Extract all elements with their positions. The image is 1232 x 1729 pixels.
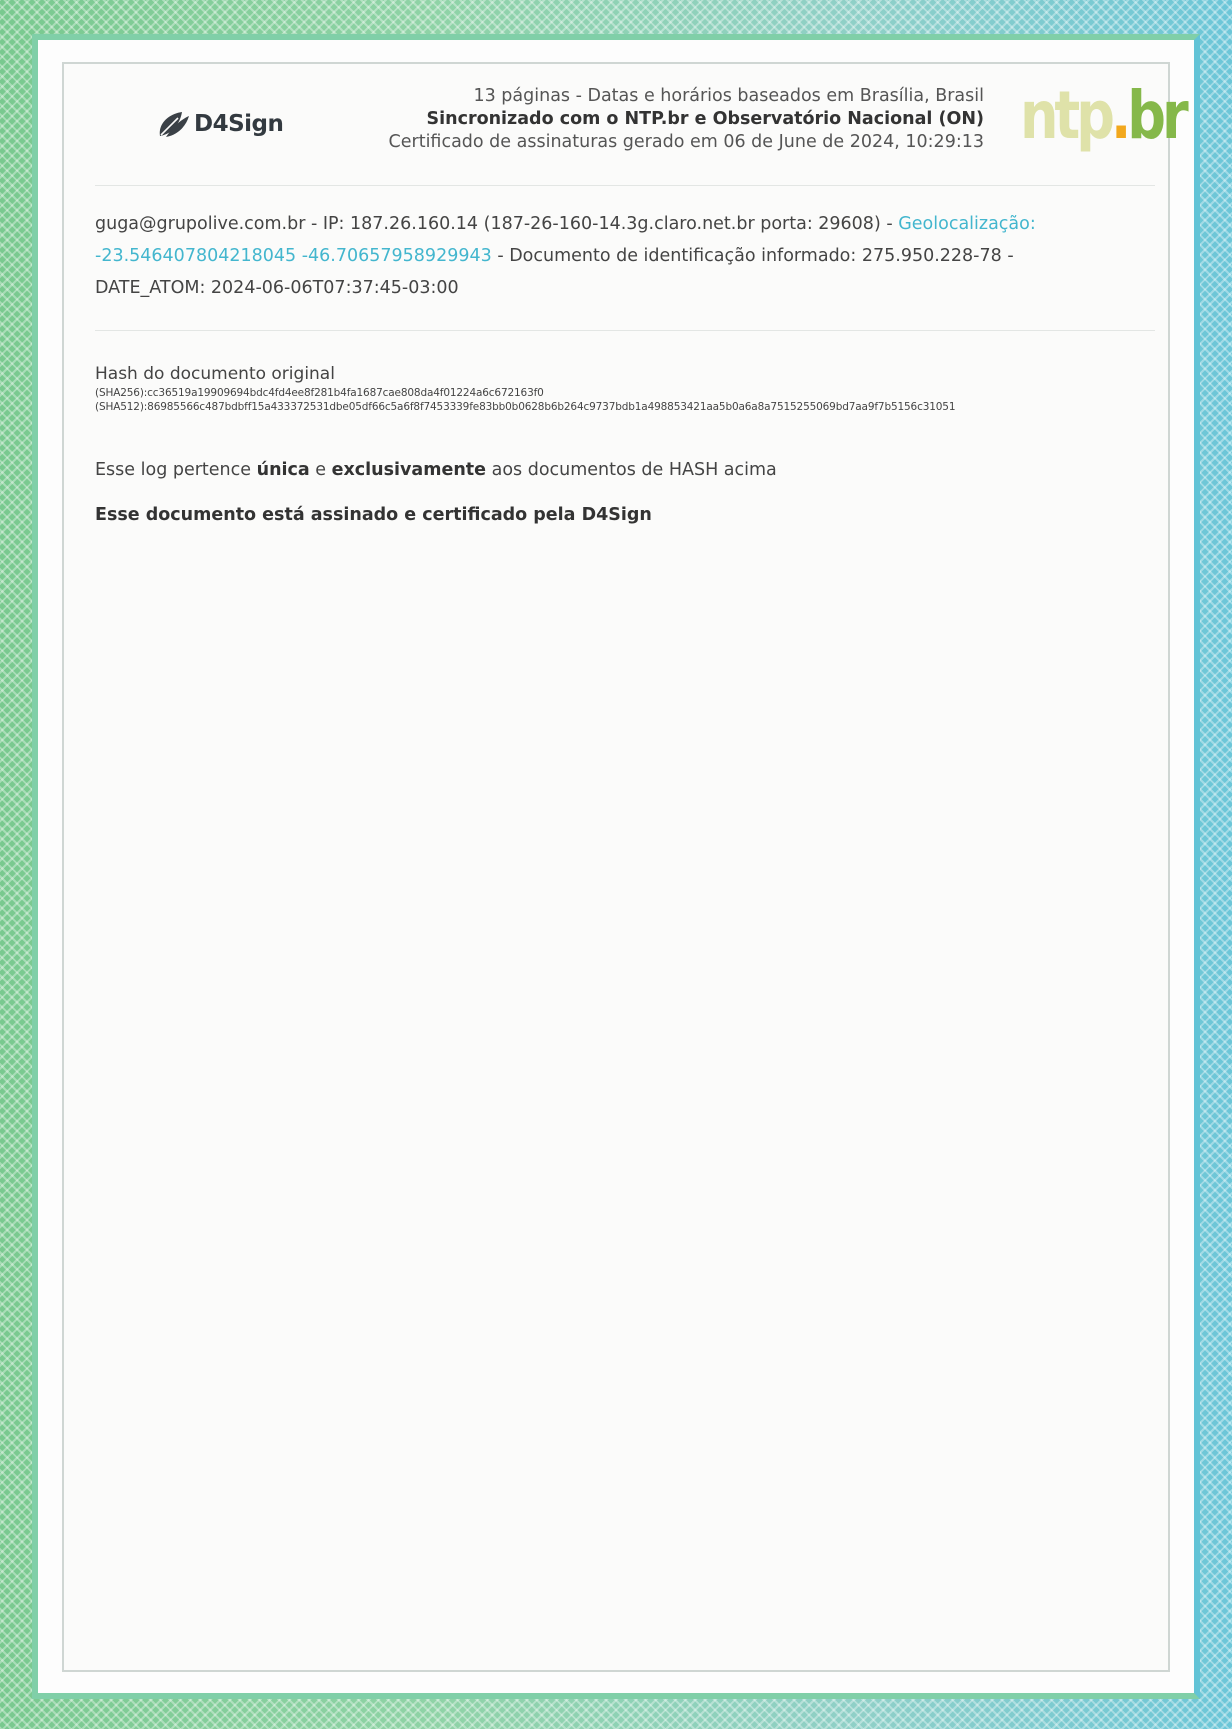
log-note-text-2: e [309,460,332,480]
signed-certified-note: Esse documento está assinado e certifica… [95,505,652,525]
ntp-br-logo-text: ntp.br [1020,76,1189,156]
certificate-header: 13 páginas - Datas e horários baseados e… [389,85,984,154]
ntp-logo-dot: . [1110,77,1132,154]
hash-sha512: (SHA512):86985566c487bdbff15a433372531db… [95,401,956,413]
d4sign-logo: D4Sign [156,106,284,142]
signer-date-atom: DATE_ATOM: 2024-06-06T07:37:45-03:00 [95,278,459,298]
signer-details: guga@grupolive.com.br - IP: 187.26.160.1… [95,208,1145,304]
ntp-logo-br: br [1127,77,1188,154]
signer-document-id: - Documento de identificação informado: … [491,246,1014,266]
log-ownership-note: Esse log pertence única e exclusivamente… [95,458,777,482]
sync-line: Sincronizado com o NTP.br e Observatório… [426,109,984,129]
log-note-text-3: aos documentos de HASH acima [486,460,777,480]
hash-sha256: (SHA256):cc36519a19909694bdc4fd4ee8f281b… [95,387,544,399]
signer-ip: - IP: 187.26.160.14 (187-26-160-14.3g.cl… [305,214,899,234]
page-count-line: 13 páginas - Datas e horários baseados e… [473,86,984,106]
d4sign-logo-text: D4Sign [194,111,284,137]
header-divider [95,185,1155,186]
hash-section: Hash do documento original (SHA256):cc36… [95,362,1175,414]
log-note-text-1: Esse log pertence [95,460,257,480]
log-note-bold-2: exclusivamente [331,460,487,480]
generated-line: Certificado de assinaturas gerado em 06 … [388,132,984,152]
geolocation-coordinates[interactable]: -23.546407804218045 -46.70657958929943 [95,246,492,266]
section-divider [95,330,1155,331]
geolocation-label[interactable]: Geolocalização: [898,214,1036,234]
ntp-logo-ntp: ntp [1020,77,1115,154]
ntp-br-logo: ntp.br [1020,77,1189,164]
log-note-bold-1: única [256,460,310,480]
hash-title: Hash do documento original [95,364,335,384]
leaf-icon [159,112,189,137]
signer-email: guga@grupolive.com.br [95,214,306,234]
